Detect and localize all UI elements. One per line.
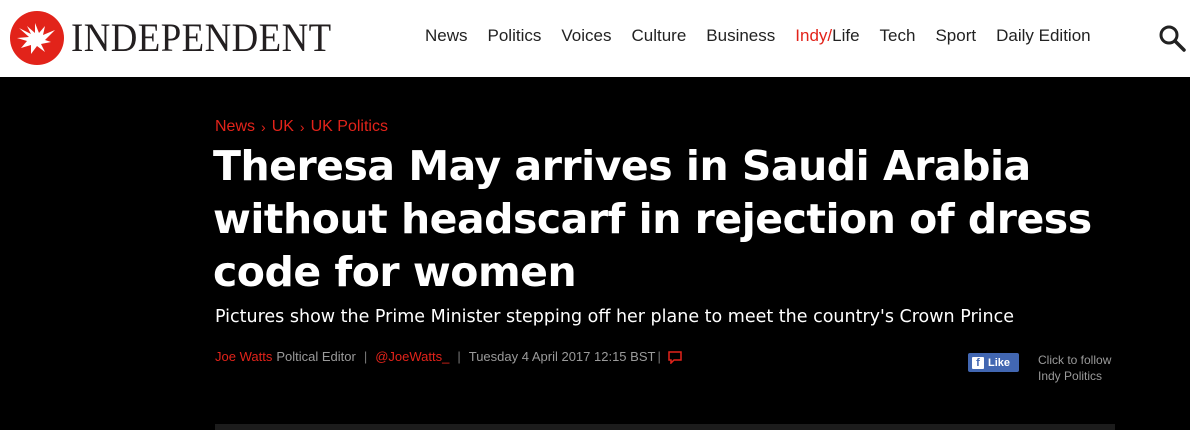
nav-item-tech[interactable]: Tech bbox=[880, 26, 916, 46]
main-navigation: News Politics Voices Culture Business In… bbox=[425, 26, 1111, 46]
search-icon[interactable] bbox=[1158, 24, 1186, 52]
byline-divider: | bbox=[457, 349, 461, 364]
author-role: Poltical Editor bbox=[276, 349, 356, 364]
nav-item-politics[interactable]: Politics bbox=[488, 26, 542, 46]
chevron-right-icon: › bbox=[299, 119, 305, 135]
comment-icon[interactable] bbox=[667, 350, 683, 365]
breadcrumb-news[interactable]: News bbox=[215, 117, 255, 137]
nav-item-indy-life[interactable]: Indy/Life bbox=[795, 26, 859, 46]
nav-item-business[interactable]: Business bbox=[706, 26, 775, 46]
facebook-like-button[interactable]: f Like bbox=[968, 353, 1019, 372]
article-subheadline: Pictures show the Prime Minister steppin… bbox=[215, 307, 1014, 327]
eagle-logo-icon bbox=[10, 11, 64, 65]
byline-divider: | bbox=[363, 349, 368, 364]
nav-item-life-label: Life bbox=[832, 26, 860, 45]
nav-item-voices[interactable]: Voices bbox=[561, 26, 611, 46]
nav-item-daily-edition[interactable]: Daily Edition bbox=[996, 26, 1091, 46]
facebook-icon: f bbox=[972, 356, 984, 369]
site-logo[interactable]: INDEPENDENT bbox=[10, 11, 354, 65]
follow-line-2: Indy Politics bbox=[1038, 369, 1103, 383]
article-byline: Joe Watts Poltical Editor | @JoeWatts_ |… bbox=[215, 348, 683, 366]
brand-wordmark: INDEPENDENT bbox=[71, 15, 332, 60]
breadcrumb-uk-politics[interactable]: UK Politics bbox=[311, 117, 388, 137]
like-label: Like bbox=[988, 356, 1011, 369]
chevron-right-icon: › bbox=[261, 119, 266, 135]
byline-divider: | bbox=[657, 349, 661, 364]
nav-item-culture[interactable]: Culture bbox=[631, 26, 686, 46]
content-divider bbox=[215, 424, 1115, 430]
breadcrumb-uk[interactable]: UK bbox=[272, 117, 294, 137]
twitter-handle-link[interactable]: @JoeWatts_ bbox=[375, 348, 449, 366]
nav-item-indy-prefix: Indy/ bbox=[795, 26, 833, 45]
breadcrumb: News › UK › UK Politics bbox=[215, 117, 388, 137]
nav-item-news[interactable]: News bbox=[425, 26, 468, 46]
publish-date: Tuesday 4 April 2017 12:15 BST bbox=[468, 349, 656, 364]
top-navigation-bar: INDEPENDENT News Politics Voices Culture… bbox=[0, 0, 1190, 77]
author-link[interactable]: Joe Watts bbox=[215, 348, 272, 366]
article-headline: Theresa May arrives in Saudi Arabia with… bbox=[213, 142, 1092, 296]
nav-item-sport[interactable]: Sport bbox=[935, 26, 976, 46]
follow-line-1: Click to follow bbox=[1038, 353, 1112, 367]
follow-prompt: Click to follow Indy Politics bbox=[1038, 352, 1148, 384]
